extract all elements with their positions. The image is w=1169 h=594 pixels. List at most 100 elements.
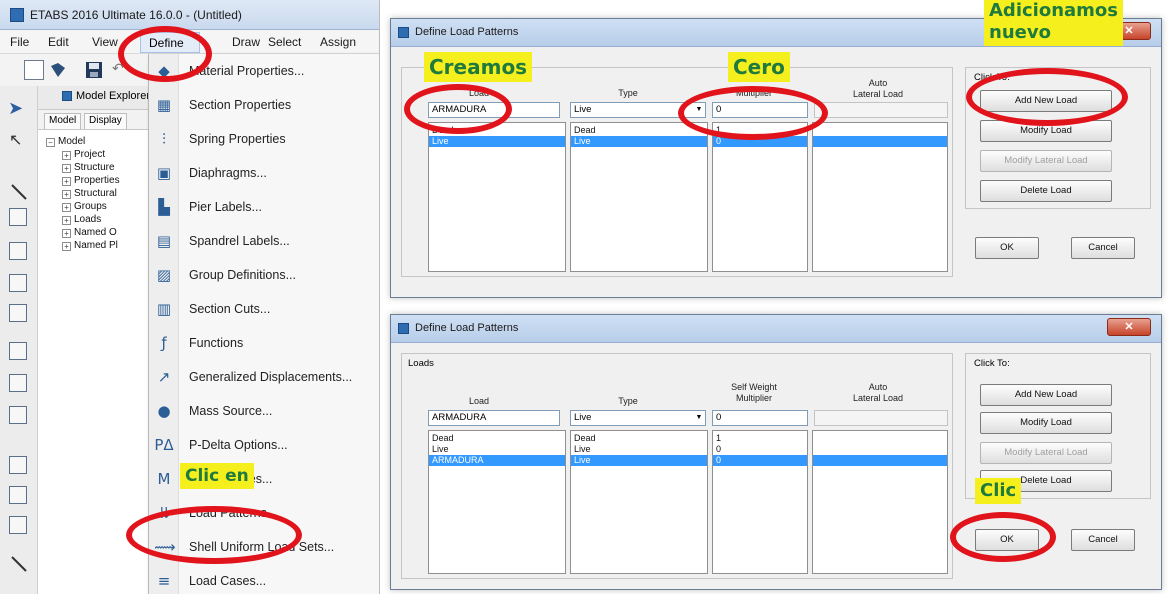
list-row[interactable]: 0 [713, 455, 807, 466]
draw-line-icon[interactable] [9, 182, 29, 205]
ok-button[interactable]: OK [975, 237, 1039, 259]
reshape-icon[interactable]: ↖ [9, 130, 29, 150]
expand-icon[interactable]: + [62, 216, 71, 225]
list-row[interactable] [813, 433, 947, 444]
multiplier-input[interactable]: 0 [712, 410, 808, 426]
menu-item[interactable]: PΔ P-Delta Options... [149, 428, 379, 462]
menu-draw[interactable]: Draw [232, 35, 260, 49]
tree-node[interactable]: + Groups [62, 201, 107, 212]
expand-icon[interactable]: + [62, 177, 71, 186]
list-row[interactable]: Live [429, 136, 565, 147]
expand-icon[interactable]: + [62, 242, 71, 251]
load-list[interactable]: Dead Live ARMADURA [428, 430, 566, 574]
delete-load-button[interactable]: Delete Load [980, 180, 1112, 202]
auto-lateral-list[interactable] [812, 122, 948, 272]
displacement-icon: ↗ [157, 368, 171, 386]
list-row[interactable]: Live [571, 136, 707, 147]
list-row[interactable] [813, 444, 947, 455]
new-file-icon[interactable] [24, 60, 44, 80]
tab-model[interactable]: Model [44, 113, 82, 129]
list-row[interactable] [813, 455, 947, 466]
menu-item[interactable]: ▦ Section Properties [149, 88, 379, 122]
list-row[interactable] [813, 136, 947, 147]
open-icon[interactable] [48, 60, 68, 80]
tree-node[interactable]: + Named Pl [62, 240, 118, 251]
tree-node-label: Named Pl [74, 240, 118, 251]
load-list[interactable]: Dead Live [428, 122, 566, 272]
pointer-icon[interactable]: ➤ [8, 98, 28, 118]
menu-select[interactable]: Select [268, 35, 301, 49]
menu-item[interactable]: ƒ Functions [149, 326, 379, 360]
menu-item[interactable]: ↗ Generalized Displacements... [149, 360, 379, 394]
menu-item[interactable]: ⫶ Spring Properties [149, 122, 379, 156]
cancel-button[interactable]: Cancel [1071, 529, 1135, 551]
tree-node[interactable]: − Model [46, 136, 85, 147]
menu-item[interactable]: ▥ Section Cuts... [149, 292, 379, 326]
draw-grid-icon[interactable] [9, 486, 27, 504]
multiplier-list[interactable]: 10 [712, 122, 808, 272]
spring-icon: ⫶ [162, 130, 166, 148]
type-list[interactable]: Dead Live [570, 122, 708, 272]
close-button[interactable]: ✕ [1107, 318, 1151, 336]
draw-dimension-icon[interactable] [9, 516, 27, 534]
tree-node[interactable]: + Project [62, 149, 105, 160]
save-icon[interactable] [84, 60, 104, 80]
draw-floor-icon[interactable] [9, 342, 27, 360]
list-row[interactable]: 0 [713, 444, 807, 455]
modify-lateral-load-button[interactable]: Modify Lateral Load [980, 442, 1112, 464]
list-row[interactable]: Dead [571, 433, 707, 444]
list-row[interactable]: 1 [713, 433, 807, 444]
draw-wall-icon[interactable] [9, 374, 27, 392]
tab-display[interactable]: Display [84, 113, 127, 129]
menu-item-label: Section Properties [189, 98, 292, 112]
expand-icon[interactable]: + [62, 151, 71, 160]
list-row[interactable]: Live [571, 444, 707, 455]
tree-node[interactable]: + Structure [62, 162, 115, 173]
tree-node[interactable]: + Loads [62, 214, 101, 225]
draw-brace-icon[interactable] [9, 304, 27, 322]
tree-node[interactable]: + Properties [62, 175, 120, 186]
list-row[interactable]: Live [429, 444, 565, 455]
tree-node[interactable]: + Named O [62, 227, 117, 238]
tree-node[interactable]: + Structural [62, 188, 117, 199]
add-new-load-button[interactable]: Add New Load [980, 384, 1112, 406]
menu-item[interactable]: ≡ Load Cases... [149, 564, 379, 594]
list-row[interactable]: Live [571, 455, 707, 466]
menu-edit[interactable]: Edit [48, 35, 69, 49]
expand-icon[interactable]: + [62, 164, 71, 173]
collapse-icon[interactable]: − [46, 138, 55, 147]
draw-beam-icon[interactable] [9, 242, 27, 260]
draw-link-icon[interactable] [9, 554, 29, 577]
cancel-button[interactable]: Cancel [1071, 237, 1135, 259]
load-type-select[interactable]: Live ▼ [570, 410, 706, 426]
expand-icon[interactable]: + [62, 203, 71, 212]
menu-item[interactable]: ▣ Diaphragms... [149, 156, 379, 190]
menu-item[interactable]: ● Mass Source... [149, 394, 379, 428]
multiplier-list[interactable]: 100 [712, 430, 808, 574]
menu-item[interactable]: ▨ Group Definitions... [149, 258, 379, 292]
type-list[interactable]: Dead Live Live [570, 430, 708, 574]
list-row[interactable] [813, 125, 947, 136]
menu-file[interactable]: File [10, 35, 29, 49]
list-row[interactable]: ARMADURA [429, 455, 565, 466]
chevron-down-icon[interactable]: ▼ [693, 411, 705, 425]
menu-item[interactable]: ▙ Pier Labels... [149, 190, 379, 224]
draw-section-icon[interactable] [9, 456, 27, 474]
modify-load-button[interactable]: Modify Load [980, 412, 1112, 434]
draw-opening-icon[interactable] [9, 406, 27, 424]
auto-lateral-list[interactable] [812, 430, 948, 574]
list-row[interactable]: Dead [429, 433, 565, 444]
draw-area-icon[interactable] [9, 208, 27, 226]
menu-assign[interactable]: Assign [320, 35, 356, 49]
modify-lateral-load-button[interactable]: Modify Lateral Load [980, 150, 1112, 172]
menu-item[interactable]: ▤ Spandrel Labels... [149, 224, 379, 258]
header-load: Load [468, 396, 490, 406]
draw-column-icon[interactable] [9, 274, 27, 292]
load-name-input[interactable]: ARMADURA [428, 410, 560, 426]
menu-item-label: Section Cuts... [189, 302, 271, 316]
auto-lateral-select [814, 410, 948, 426]
list-row[interactable]: Dead [571, 125, 707, 136]
expand-icon[interactable]: + [62, 190, 71, 199]
expand-icon[interactable]: + [62, 229, 71, 238]
menu-view[interactable]: View [92, 35, 118, 49]
